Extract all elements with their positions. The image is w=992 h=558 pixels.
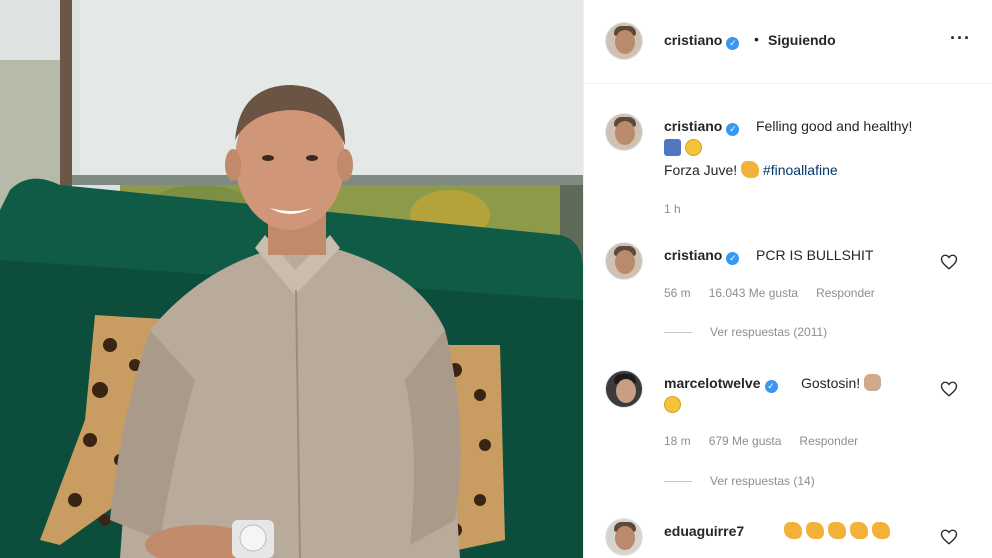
comment-username[interactable]: cristiano ✓: [664, 247, 740, 265]
caption-forza-text: Forza Juve!: [664, 162, 738, 178]
muscle-emoji-icon: [741, 161, 760, 178]
person-emoji-icon: [864, 374, 882, 391]
caption-text-line3: Forza Juve! #finoallafine: [664, 159, 838, 181]
muscle-emoji-icon: [871, 522, 890, 539]
comment-text: Gostosin!: [801, 375, 861, 391]
comment-username-link[interactable]: marcelotwelve: [664, 375, 761, 391]
smile-emoji-icon: [684, 139, 702, 156]
comment-username-link[interactable]: eduaguirre7: [664, 523, 744, 539]
header-username[interactable]: cristiano ✓: [664, 32, 740, 50]
comment-time[interactable]: 56 m: [664, 286, 691, 300]
muscle-emoji-icon: [805, 522, 824, 539]
separator-dot: •: [754, 31, 759, 47]
comment-avatar[interactable]: [605, 518, 643, 556]
like-heart-icon[interactable]: [940, 253, 958, 271]
replies-divider: [664, 481, 692, 483]
reply-button[interactable]: Responder: [816, 286, 875, 300]
caption-username[interactable]: cristiano ✓: [664, 118, 740, 136]
comment-username-link[interactable]: cristiano: [664, 247, 722, 263]
view-replies-button[interactable]: Ver respuestas (2011): [664, 325, 827, 339]
caption-text-line1: Felling good and healthy!: [756, 118, 913, 134]
comment-emoji-row: [664, 394, 681, 416]
comment-avatar[interactable]: [605, 242, 643, 280]
replies-divider: [664, 332, 692, 334]
caption-avatar[interactable]: [605, 113, 643, 151]
view-replies-label[interactable]: Ver respuestas (2011): [710, 325, 827, 339]
like-heart-icon[interactable]: [940, 528, 958, 546]
verified-badge-icon: ✓: [726, 37, 740, 50]
verified-badge-icon: ✓: [726, 252, 740, 265]
more-options-icon[interactable]: ···: [950, 28, 971, 49]
comment-text: PCR IS BULLSHIT: [756, 247, 874, 263]
avatar[interactable]: [605, 22, 643, 60]
caption-time[interactable]: 1 h: [664, 202, 681, 216]
following-button[interactable]: Siguiendo: [768, 32, 836, 48]
username-link[interactable]: cristiano: [664, 32, 722, 48]
verified-badge-icon: ✓: [726, 123, 740, 136]
muscle-emoji-icon: [784, 522, 802, 539]
hashtag-link[interactable]: #finoallafine: [763, 162, 838, 178]
comment-username[interactable]: marcelotwelve ✓: [664, 375, 778, 393]
view-replies-label[interactable]: Ver respuestas (14): [710, 474, 815, 488]
comment-emoji-row: [784, 520, 890, 542]
muscle-emoji-icon: [849, 522, 868, 539]
verified-badge-icon: ✓: [764, 380, 778, 393]
caption-username-link[interactable]: cristiano: [664, 118, 722, 134]
comment-time[interactable]: 18 m: [664, 434, 691, 448]
muscle-emoji-icon: [827, 522, 846, 539]
post-details-panel: cristiano ✓ • Siguiendo ··· cristiano ✓ Fe…: [583, 0, 992, 558]
post-image: [0, 0, 583, 558]
comment-text-row: Gostosin!: [801, 372, 882, 394]
comment-meta: 18 m 679 Me gusta Responder: [664, 434, 876, 448]
comment-avatar[interactable]: [605, 370, 643, 408]
comment-likes[interactable]: 16.043 Me gusta: [709, 286, 798, 300]
comment-meta: 56 m 16.043 Me gusta Responder: [664, 286, 893, 300]
post-photo[interactable]: [0, 0, 583, 558]
reply-button[interactable]: Responder: [799, 434, 858, 448]
like-heart-icon[interactable]: [940, 380, 958, 398]
virus-emoji-icon: [664, 139, 681, 156]
caption-emoji-row: [664, 137, 702, 159]
comment-likes[interactable]: 679 Me gusta: [709, 434, 782, 448]
post-header: cristiano ✓ • Siguiendo ···: [584, 0, 992, 84]
comment-username[interactable]: eduaguirre7: [664, 523, 744, 539]
view-replies-button[interactable]: Ver respuestas (14): [664, 474, 815, 488]
drool-emoji-icon: [664, 396, 681, 413]
